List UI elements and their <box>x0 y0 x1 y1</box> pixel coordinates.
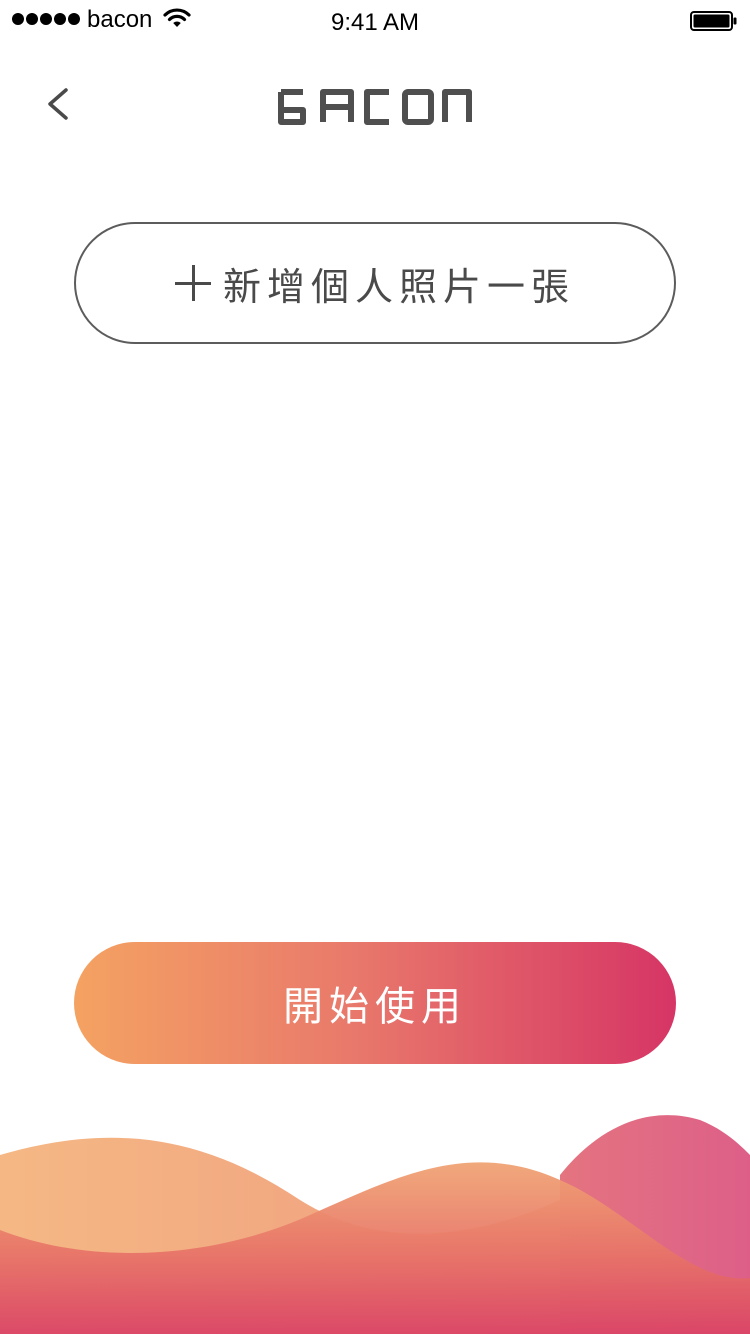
chevron-left-icon <box>48 88 68 120</box>
decorative-waves <box>0 1115 750 1334</box>
start-button-label: 開始使用 <box>283 984 467 1030</box>
battery-icon <box>690 11 737 31</box>
add-photo-label: 新增個人照片一張 <box>222 264 575 309</box>
add-photo-button[interactable]: 新增個人照片一張 <box>74 222 676 344</box>
clock: 9:41 AM <box>330 9 420 36</box>
bacon-logo <box>278 89 472 125</box>
back-button[interactable] <box>36 82 80 126</box>
plus-icon <box>174 265 211 301</box>
start-button[interactable]: 開始使用 <box>74 942 676 1064</box>
status-bar: bacon 9:41 AM <box>0 0 750 40</box>
